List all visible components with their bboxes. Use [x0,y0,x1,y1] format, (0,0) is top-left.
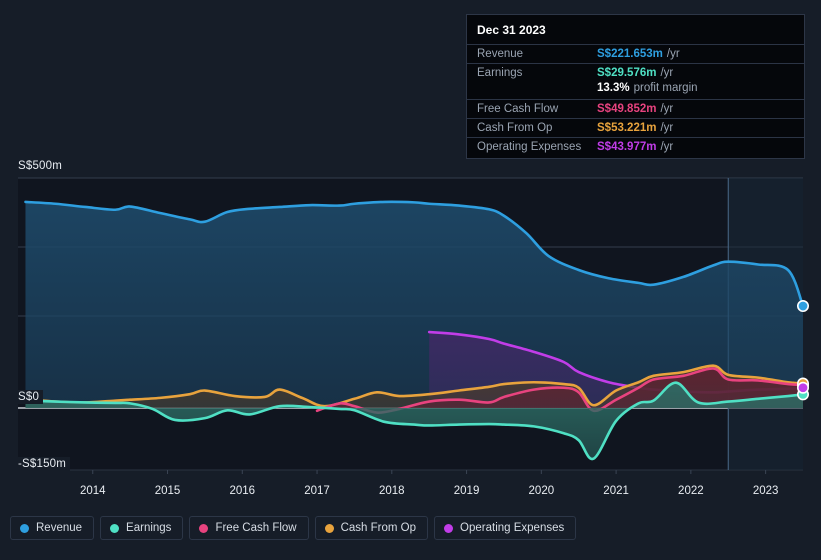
tooltip-row-value: S$221.653m [597,48,663,60]
x-tick-2022: 2022 [678,485,704,497]
tooltip-row: Operating Expenses S$43.977m/yr [467,137,804,156]
legend-item-free-cash-flow[interactable]: Free Cash Flow [189,516,309,540]
tooltip-row-key: Free Cash Flow [477,103,559,115]
legend-item-label: Cash From Op [340,522,417,534]
tooltip-row-suffix: /yr [660,141,674,153]
tooltip-row-key: Revenue [477,48,524,60]
tooltip-row-key: Cash From Op [477,122,553,134]
tooltip-row-suffix: /yr [660,67,674,79]
tooltip-row-suffix: /yr [660,122,674,134]
legend-item-label: Revenue [36,522,83,534]
legend-item-operating-expenses[interactable]: Operating Expenses [434,516,577,540]
x-tick-2018: 2018 [379,485,405,497]
series-endpoint-marker [796,381,809,394]
chart-legend: Revenue Earnings Free Cash Flow Cash From O… [10,516,577,540]
tooltip-row-suffix: /yr [660,103,674,115]
legend-item-revenue[interactable]: Revenue [10,516,95,540]
x-tick-2023: 2023 [752,485,779,497]
data-tooltip: Dec 31 2023 Revenue S$221.653m/yr Earnings… [466,14,805,159]
x-tick-2021: 2021 [603,485,629,497]
tooltip-row-value: S$29.576m [597,67,657,79]
tooltip-row: Free Cash Flow S$49.852m/yr [467,99,804,118]
x-tick-2015: 2015 [154,485,181,497]
y-axis-label-bottom: -S$150m [16,457,71,471]
tooltip-row: 13.3% profit margin [467,82,804,99]
legend-item-label: Free Cash Flow [215,522,297,534]
legend-color-dot-icon [199,523,209,533]
tooltip-row: Earnings S$29.576m/yr [467,63,804,82]
legend-item-label: Earnings [126,522,172,534]
tooltip-row-value: 13.3% [597,82,630,94]
legend-color-dot-icon [110,523,120,533]
y-axis-label-top: S$500m [16,159,67,173]
tooltip-row-suffix: profit margin [633,82,698,94]
x-tick-2017: 2017 [304,485,330,497]
tooltip-row-value: S$49.852m [597,103,657,115]
legend-color-dot-icon [444,523,454,533]
legend-item-cash-from-op[interactable]: Cash From Op [314,516,429,540]
tooltip-row: Cash From Op S$53.221m/yr [467,118,804,137]
y-axis-label-zero: S$0 [16,390,44,404]
series-endpoint-marker [796,300,809,313]
tooltip-row-value: S$43.977m [597,141,657,153]
x-tick-2016: 2016 [229,485,256,497]
legend-item-label: Operating Expenses [460,522,565,534]
x-tick-2019: 2019 [453,485,480,497]
tooltip-row: Revenue S$221.653m/yr [467,44,804,63]
tooltip-row-key: Operating Expenses [477,141,582,153]
x-tick-2020: 2020 [528,485,555,497]
tooltip-rows: Revenue S$221.653m/yr Earnings S$29.576m/yr… [467,44,804,156]
tooltip-row-suffix: /yr [666,48,680,60]
stock-financials-chart-page: S$500m S$0 -S$150m 2014 2015 2016 2017 2018 2… [0,0,821,560]
tooltip-date: Dec 31 2023 [477,23,546,37]
tooltip-row-value: S$53.221m [597,122,657,134]
legend-color-dot-icon [20,523,29,533]
legend-color-dot-icon [324,523,334,533]
x-tick-2014: 2014 [79,485,106,497]
legend-item-earnings[interactable]: Earnings [100,516,184,540]
tooltip-row-key: Earnings [477,67,523,79]
